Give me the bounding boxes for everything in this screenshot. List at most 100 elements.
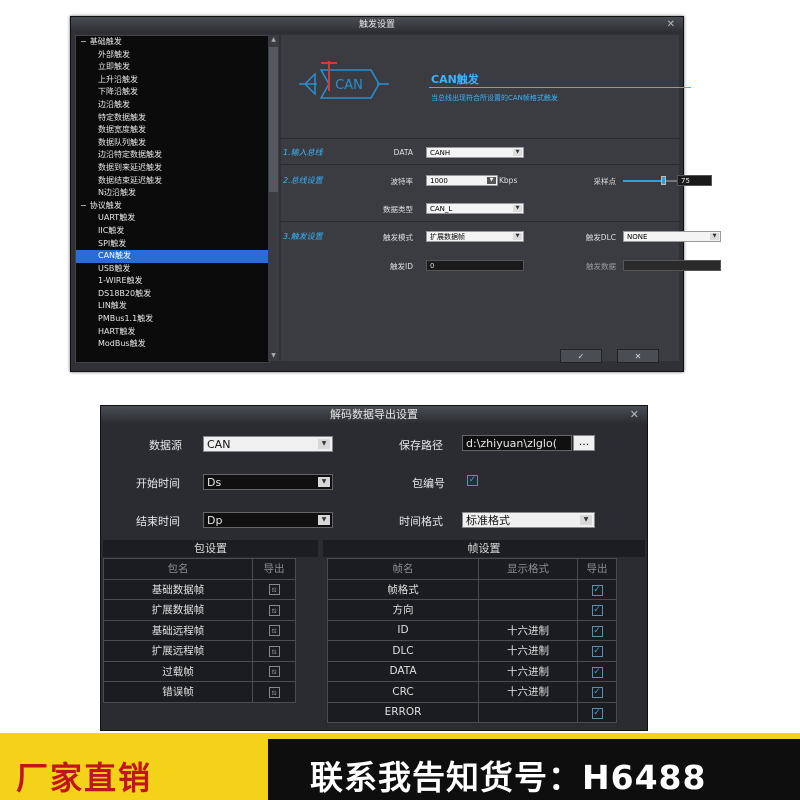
tree-item[interactable]: 边沿触发 xyxy=(76,99,269,112)
tree-item[interactable]: 边沿特定数据触发 xyxy=(76,149,269,162)
table-row[interactable]: 过载帧 ⧅ xyxy=(103,660,296,682)
trigger-data-input[interactable] xyxy=(623,260,721,271)
tree-item[interactable]: 下降沿触发 xyxy=(76,86,269,99)
export-cell: ✓ xyxy=(577,640,617,662)
trigger-id-input[interactable]: 0 xyxy=(426,260,524,271)
chevron-down-icon[interactable]: ▼ xyxy=(513,205,522,212)
chevron-down-icon[interactable]: ▼ xyxy=(513,233,522,240)
table-row[interactable]: ERROR ✓ xyxy=(327,701,617,723)
scroll-down-icon[interactable]: ▼ xyxy=(268,351,279,361)
export-checkbox[interactable]: ✓ xyxy=(591,707,603,719)
chevron-down-icon[interactable]: ▼ xyxy=(710,233,719,240)
table-row[interactable]: 帧格式 ✓ xyxy=(327,578,617,600)
tree-item[interactable]: IIC触发 xyxy=(76,225,269,238)
export-checkbox[interactable]: ✓ xyxy=(591,625,603,637)
tree-item[interactable]: ModBus触发 xyxy=(76,338,269,351)
tree-scrollbar[interactable]: ▲ ▼ xyxy=(268,35,279,361)
baud-rate-select[interactable]: 1000 ▼ xyxy=(426,175,498,186)
chevron-down-icon[interactable]: ▼ xyxy=(487,177,496,184)
data-type-value: CAN_L xyxy=(430,205,453,213)
sample-point-input[interactable]: 75 xyxy=(677,175,712,186)
export-checkbox[interactable]: ⧅ xyxy=(268,604,280,616)
close-icon: ✕ xyxy=(634,352,642,361)
packet-number-checkbox[interactable]: ✓ xyxy=(467,475,478,486)
tree-item[interactable]: N边沿触发 xyxy=(76,187,269,200)
trigger-mode-select[interactable]: 扩展数据帧 ▼ xyxy=(426,231,524,242)
tree-item[interactable]: DS18B20触发 xyxy=(76,288,269,301)
export-checkbox[interactable]: ✓ xyxy=(591,646,603,658)
close-icon[interactable]: ✕ xyxy=(630,406,639,423)
trigger-dlc-select[interactable]: NONE ▼ xyxy=(623,231,721,242)
chevron-down-icon[interactable]: ▼ xyxy=(318,515,330,525)
cancel-button[interactable]: ✕ xyxy=(617,349,659,363)
table-row[interactable]: 方向 ✓ xyxy=(327,599,617,621)
chevron-down-icon[interactable]: ▼ xyxy=(580,515,592,525)
tree-item[interactable]: LIN触发 xyxy=(76,300,269,313)
tree-item[interactable]: 数据到来延迟触发 xyxy=(76,162,269,175)
table-row[interactable]: 错误帧 ⧅ xyxy=(103,681,296,703)
tree-item[interactable]: 立即触发 xyxy=(76,61,269,74)
tree-item[interactable]: CAN触发 xyxy=(76,250,269,263)
chevron-down-icon[interactable]: ▼ xyxy=(513,149,522,156)
export-checkbox[interactable]: ⧅ xyxy=(268,645,280,657)
export-checkbox[interactable]: ⧅ xyxy=(268,666,280,678)
tree-item[interactable]: 数据结束延迟触发 xyxy=(76,175,269,188)
export-checkbox[interactable]: ✓ xyxy=(591,666,603,678)
table-row[interactable]: DLC 十六进制 ✓ xyxy=(327,640,617,662)
table-row[interactable]: CRC 十六进制 ✓ xyxy=(327,681,617,703)
data-source-select[interactable]: CANH ▼ xyxy=(426,147,524,158)
sample-point-slider[interactable] xyxy=(623,176,678,185)
collapse-icon[interactable]: − xyxy=(80,201,87,210)
tree-item-label: 数据到来延迟触发 xyxy=(98,162,162,172)
trigger-settings-dialog: 触发设置 ✕ − 基础触发 外部触发 立即触发 上升沿触发 下降沿触发边沿触发特定数据触发… xyxy=(70,16,721,372)
data-label: DATA xyxy=(393,148,413,157)
chevron-down-icon[interactable]: ▼ xyxy=(318,477,330,487)
tree-item[interactable]: 特定数据触发 xyxy=(76,112,269,125)
tree-item[interactable]: PMBus1.1触发 xyxy=(76,313,269,326)
table-row[interactable]: 基础远程帧 ⧅ xyxy=(103,619,296,641)
slider-handle[interactable] xyxy=(661,176,667,185)
collapse-icon[interactable]: − xyxy=(80,37,87,46)
save-path-input[interactable]: d:\zhiyuan\zlglo( xyxy=(462,435,572,451)
divider xyxy=(281,164,679,165)
tree-item[interactable]: 数据队列触发 xyxy=(76,137,269,150)
data-type-select[interactable]: CAN_L ▼ xyxy=(426,203,524,214)
table-row[interactable]: DATA 十六进制 ✓ xyxy=(327,660,617,682)
tree-item[interactable]: USB触发 xyxy=(76,263,269,276)
tree-item[interactable]: 上升沿触发 xyxy=(76,74,269,87)
export-checkbox[interactable]: ✓ xyxy=(591,584,603,596)
scroll-up-icon[interactable]: ▲ xyxy=(268,35,279,45)
table-row[interactable]: 扩展远程帧 ⧅ xyxy=(103,640,296,662)
tree-group[interactable]: − 协议触发 xyxy=(76,200,269,213)
export-checkbox[interactable]: ⧅ xyxy=(268,625,280,637)
export-checkbox[interactable]: ✓ xyxy=(591,605,603,617)
table-row[interactable]: 扩展数据帧 ⧅ xyxy=(103,599,296,621)
tree-item[interactable]: 数据宽度触发 xyxy=(76,124,269,137)
data-source-select[interactable]: CAN ▼ xyxy=(203,436,333,452)
tree-item[interactable]: SPI触发 xyxy=(76,238,269,251)
chevron-down-icon[interactable]: ▼ xyxy=(318,439,330,449)
export-checkbox[interactable]: ⧅ xyxy=(268,584,280,596)
tree-item-label: 下降沿触发 xyxy=(98,87,138,97)
start-time-select[interactable]: Ds ▼ xyxy=(203,474,333,490)
column-header: 导出 xyxy=(577,558,617,580)
scrollbar-thumb[interactable] xyxy=(269,47,278,192)
export-checkbox[interactable]: ⧅ xyxy=(268,686,280,698)
tree-item[interactable]: UART触发 xyxy=(76,212,269,225)
tree-item-label: 边沿触发 xyxy=(98,99,130,109)
tree-item[interactable]: 1-WIRE触发 xyxy=(76,275,269,288)
tree-item[interactable]: HART触发 xyxy=(76,326,269,339)
table-row[interactable]: 基础数据帧 ⧅ xyxy=(103,578,296,600)
trigger-type-tree[interactable]: − 基础触发 外部触发 立即触发 上升沿触发 下降沿触发 边沿触发 特定数据触发 数据宽度触发数… xyxy=(75,35,270,363)
end-time-select[interactable]: Dp ▼ xyxy=(203,512,333,528)
tree-group[interactable]: − 基础触发 xyxy=(76,36,269,49)
checkmark-icon: ✓ xyxy=(468,475,477,485)
export-checkbox[interactable]: ✓ xyxy=(591,687,603,699)
table-row[interactable]: ID 十六进制 ✓ xyxy=(327,619,617,641)
time-format-select[interactable]: 标准格式 ▼ xyxy=(462,512,595,528)
ok-button[interactable]: ✓ xyxy=(560,349,602,363)
close-icon[interactable]: ✕ xyxy=(667,17,675,33)
browse-button[interactable]: ... xyxy=(573,435,595,451)
dialog-title: 触发设置 xyxy=(358,20,395,30)
tree-item[interactable]: 外部触发 xyxy=(76,49,269,62)
